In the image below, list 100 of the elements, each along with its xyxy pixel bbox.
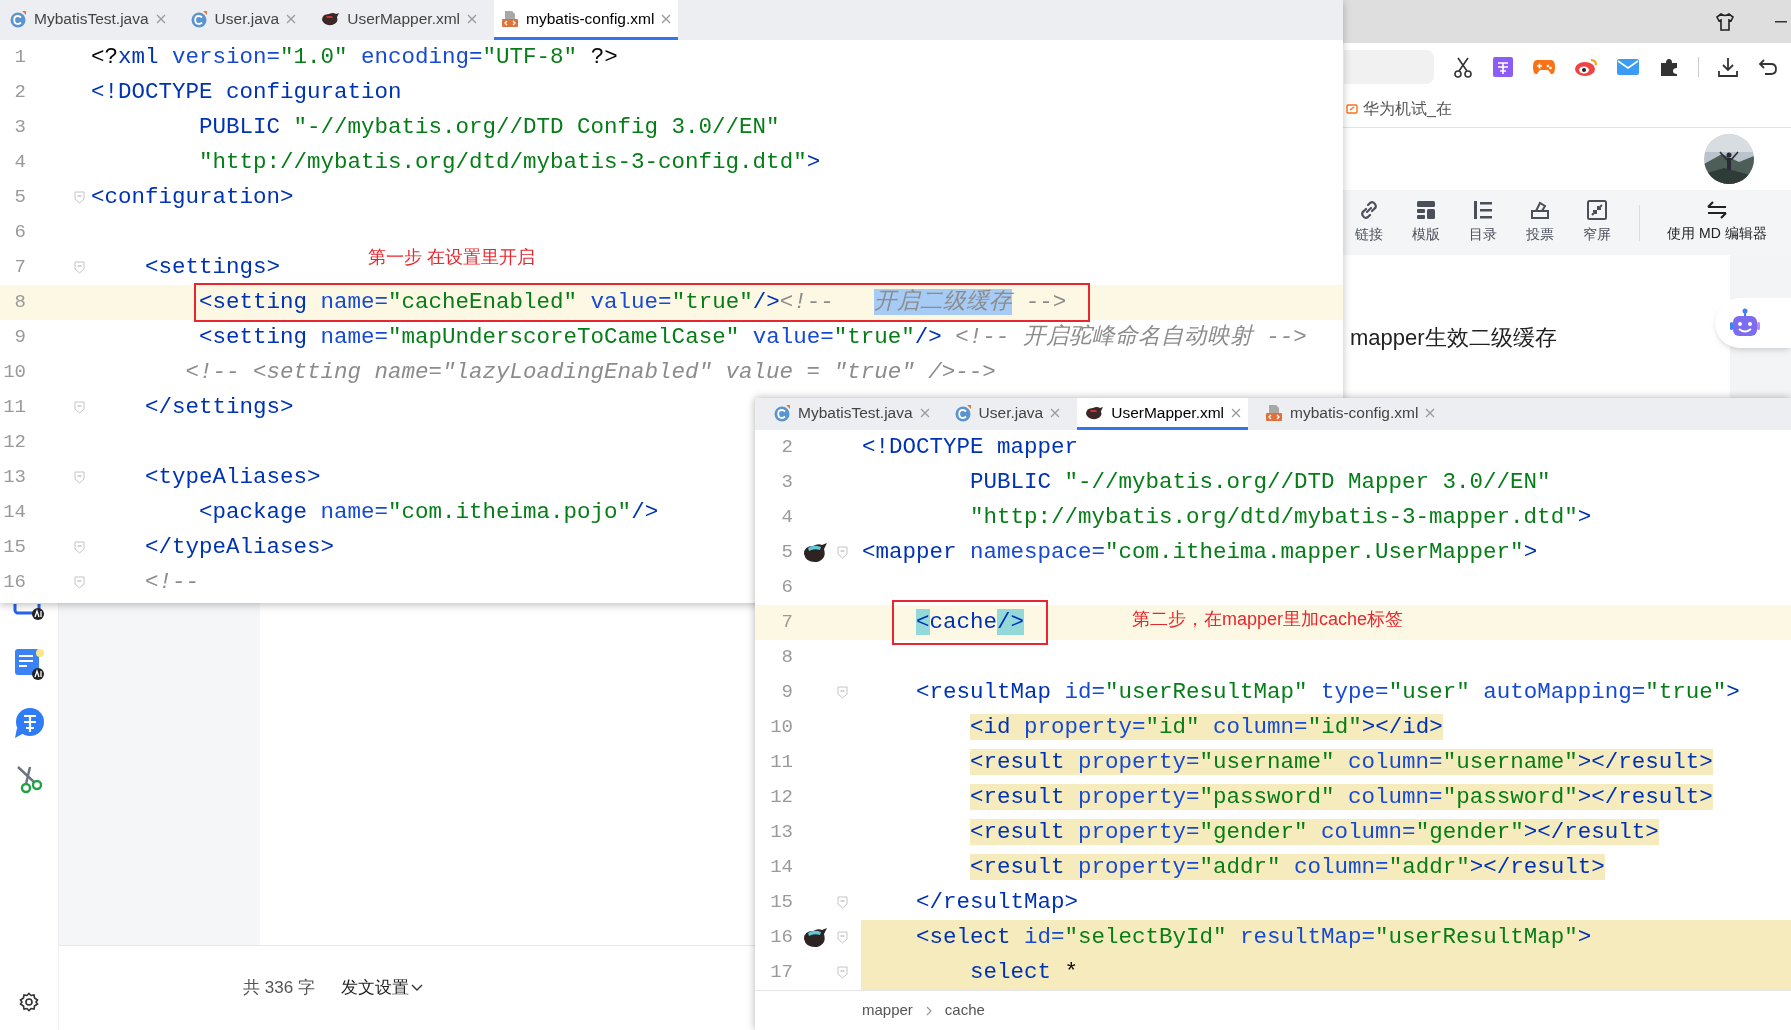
code-line: <package name="com.itheima.pojo"/> — [199, 498, 659, 525]
line-number: 15 — [769, 890, 793, 916]
editor-tab[interactable]: MybatisTest.java — [2, 0, 173, 40]
toolbar-button[interactable]: 使用 MD 编辑器 — [1659, 201, 1775, 244]
close-icon[interactable] — [661, 13, 672, 24]
close-icon[interactable] — [1050, 407, 1061, 418]
editor-tab[interactable]: User.java — [182, 0, 304, 40]
publish-settings-button[interactable]: 发文设置 — [340, 975, 423, 1001]
line-number: 9 — [13, 325, 26, 351]
breadcrumb-item[interactable]: cache — [944, 999, 985, 1022]
code-line: <!-- — [145, 568, 200, 595]
close-icon[interactable] — [919, 407, 930, 418]
line-number: 15 — [2, 535, 26, 561]
toolbar-button[interactable]: 模版 — [1403, 200, 1449, 245]
close-icon[interactable] — [1231, 407, 1242, 418]
line-number: 10 — [769, 715, 793, 741]
link-icon — [1359, 200, 1379, 220]
line-number: 14 — [769, 855, 793, 881]
fold-icon[interactable] — [74, 541, 85, 554]
fold-icon[interactable] — [837, 686, 848, 699]
line-number: 3 — [13, 115, 26, 141]
code-line: <cache/> — [916, 609, 1025, 635]
shirt-icon[interactable] — [1715, 11, 1735, 32]
toolbar-button[interactable]: 投票 — [1517, 200, 1563, 245]
close-icon[interactable] — [467, 13, 478, 24]
line-number: 9 — [780, 680, 793, 706]
code-line: <!-- <setting name="lazyLoadingEnabled" value = "true" />--> — [185, 358, 996, 385]
line-number: 8 — [780, 645, 793, 671]
shrink-icon — [1587, 200, 1607, 220]
fold-icon[interactable] — [837, 546, 848, 559]
close-icon[interactable] — [155, 13, 166, 24]
code-line: <resultMap id="userResultMap" type="user" autoMapping="true"> — [916, 678, 1740, 705]
weibo-icon[interactable] — [1574, 56, 1598, 77]
fold-icon[interactable] — [837, 896, 848, 909]
toolbar-button[interactable]: 目录 — [1460, 200, 1506, 245]
fold-icon[interactable] — [74, 576, 85, 589]
fold-icon[interactable] — [837, 966, 848, 979]
bird-icon — [320, 10, 341, 27]
scissors-icon[interactable] — [1452, 55, 1474, 78]
mail-icon[interactable] — [1616, 57, 1640, 76]
bird-icon[interactable] — [802, 926, 828, 949]
chevron-down-icon — [410, 984, 423, 992]
robot-icon — [1729, 308, 1761, 338]
fold-icon[interactable] — [74, 401, 85, 414]
line-number: 5 — [780, 540, 793, 566]
editor-tab[interactable]: UserMapper.xml — [1077, 398, 1249, 430]
toolbar-button[interactable]: 链接 — [1346, 200, 1392, 245]
address-field[interactable] — [1344, 49, 1434, 84]
code-line: <!DOCTYPE configuration — [91, 78, 402, 105]
line-number: 3 — [780, 470, 793, 496]
assistant-button[interactable] — [1715, 298, 1791, 348]
code-line: "http://mybatis.org/dtd/mybatis-3-config.dtd"> — [199, 148, 821, 175]
toolbar-button[interactable]: 窄屏 — [1574, 200, 1620, 245]
swap-icon — [1706, 201, 1728, 219]
code-line: <setting name="mapUnderscoreToCamelCase" value="true"/> <!-- 开启驼峰命名自动映射 --> — [199, 323, 1307, 350]
line-number: 7 — [780, 610, 793, 636]
line-number: 13 — [2, 465, 26, 491]
line-number: 12 — [2, 430, 26, 456]
editor-tab[interactable]: MybatisTest.java — [766, 398, 937, 430]
settings-icon[interactable] — [19, 992, 39, 1012]
editor-tab[interactable]: mybatis-config.xml — [1258, 398, 1443, 430]
outline-icon — [1473, 200, 1493, 220]
line-number: 4 — [780, 505, 793, 531]
code-line: <select id="selectById" resultMap="userResultMap"> — [916, 923, 1592, 950]
close-icon[interactable] — [286, 13, 297, 24]
line-number: 16 — [769, 925, 793, 951]
download-icon[interactable] — [1717, 55, 1739, 78]
close-icon[interactable] — [1425, 407, 1436, 418]
code-line: </settings> — [145, 393, 294, 420]
fold-icon[interactable] — [74, 471, 85, 484]
article-title: mapper生效二级缓存 — [1350, 324, 1558, 352]
line-number: 8 — [13, 290, 26, 316]
line-number: 14 — [2, 500, 26, 526]
line-number: 11 — [769, 750, 793, 776]
class-icon — [773, 403, 791, 422]
line-number: 16 — [2, 570, 26, 596]
bookmark-link[interactable]: 华为机试_在 — [1363, 96, 1452, 121]
translate-icon[interactable] — [12, 706, 46, 740]
bird-icon[interactable] — [802, 541, 828, 564]
line-number: 17 — [769, 960, 793, 986]
line-number: 4 — [13, 150, 26, 176]
code-line: <configuration> — [91, 183, 294, 210]
line-number: 7 — [13, 255, 26, 281]
code-line: </typeAliases> — [145, 533, 335, 560]
editor-tab[interactable]: UserMapper.xml — [313, 0, 485, 40]
fold-icon[interactable] — [74, 191, 85, 204]
bookmark-icon[interactable] — [1345, 101, 1359, 116]
breadcrumb-item[interactable]: mapper — [862, 999, 913, 1022]
line-number: 13 — [769, 820, 793, 846]
bird-icon — [1084, 404, 1105, 421]
code-line: <typeAliases> — [145, 463, 321, 490]
editor-tab[interactable]: mybatis-config.xml — [494, 0, 679, 40]
line-number: 2 — [780, 435, 793, 461]
class-icon — [9, 9, 27, 28]
fold-icon[interactable] — [74, 261, 85, 274]
fold-icon[interactable] — [837, 931, 848, 944]
editor-tab[interactable]: User.java — [946, 398, 1068, 430]
code-line: </resultMap> — [916, 888, 1079, 915]
translate-icon[interactable] — [1492, 55, 1514, 78]
vote-icon — [1530, 200, 1550, 220]
